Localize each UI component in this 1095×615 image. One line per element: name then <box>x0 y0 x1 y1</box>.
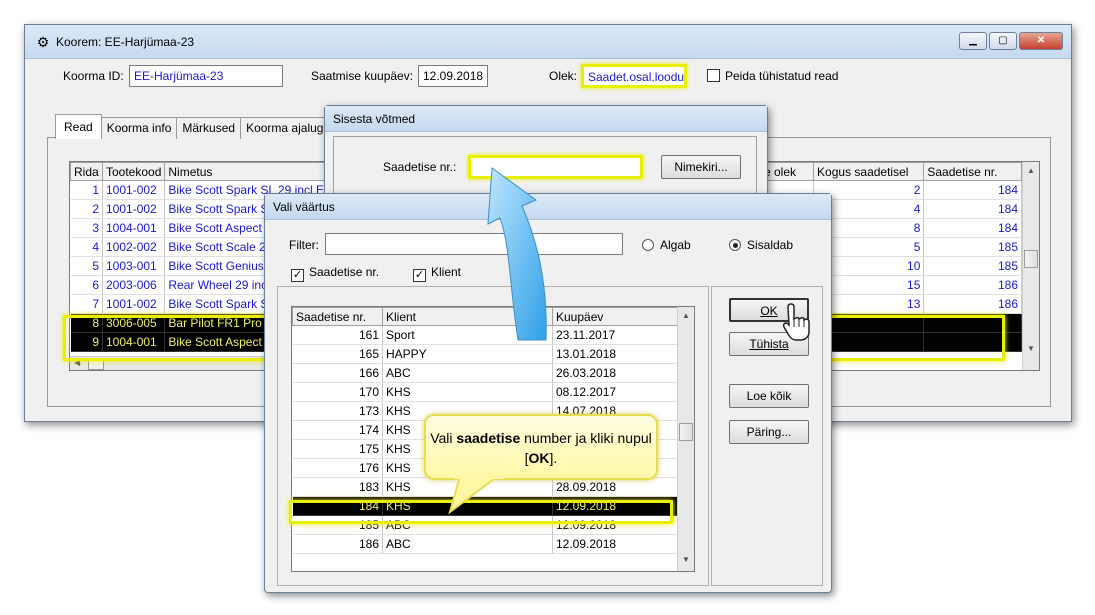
loe-koik-button[interactable]: Loe kõik <box>729 384 809 408</box>
main-title: Koorem: EE-Harjümaa-23 <box>56 34 195 49</box>
koorma-id-label: Koorma ID: <box>63 69 124 83</box>
instruction-callout: Vali saadetise number ja kliki nupul [OK… <box>424 414 658 480</box>
scroll-down-arrow-icon[interactable]: ▼ <box>1023 344 1039 353</box>
algab-label: Algab <box>660 238 691 252</box>
col-rida[interactable]: Rida <box>70 162 103 181</box>
col-olek[interactable]: e olek <box>760 162 815 181</box>
col-saadetise-nr[interactable]: Saadetise nr. <box>923 162 1022 181</box>
tab-koorma-info[interactable]: Koorma info <box>100 117 178 139</box>
curved-arrow-icon <box>487 167 547 341</box>
nimekiri-button[interactable]: Nimekiri... <box>661 155 741 179</box>
peida-checkbox[interactable] <box>707 69 720 82</box>
koorma-id-field[interactable]: EE-Harjümaa-23 <box>129 65 283 87</box>
list-item[interactable]: 170 KHS 08.12.2017 <box>292 382 678 402</box>
col-nimetus[interactable]: Nimetus <box>164 162 337 181</box>
saadetis-checkbox-row[interactable]: ✓ Saadetise nr. <box>291 265 379 282</box>
col-kogus-saadetisel[interactable]: Kogus saadetisel <box>813 162 925 181</box>
minimize-button[interactable]: ▁ <box>959 32 987 50</box>
list-item[interactable]: 186 ABC 12.09.2018 <box>292 534 678 554</box>
close-button[interactable]: ✕ <box>1019 32 1063 50</box>
col-tootekood[interactable]: Tootekood <box>101 162 166 181</box>
list-scroll-down-icon[interactable]: ▼ <box>678 555 694 564</box>
list-item[interactable]: 166 ABC 26.03.2018 <box>292 363 678 383</box>
tab-markused[interactable]: Märkused <box>176 117 242 139</box>
window-controls: ▁ ▢ ✕ <box>959 32 1063 50</box>
filter-label: Filter: <box>289 238 319 252</box>
col-saadetise-nr[interactable]: Saadetise nr. <box>292 307 383 326</box>
saadetis-check-label: Saadetise nr. <box>309 265 380 279</box>
sisaldab-radio[interactable] <box>729 239 741 251</box>
main-titlebar: ⚙ Koorem: EE-Harjümaa-23 ▁ ▢ ✕ <box>25 25 1071 59</box>
callout-pointer-icon <box>448 476 504 515</box>
scroll-up-arrow-icon[interactable]: ▲ <box>1023 166 1039 175</box>
callout-text-3: ]. <box>549 450 558 466</box>
maximize-button[interactable]: ▢ <box>989 32 1017 50</box>
olek-label: Olek: <box>549 69 578 83</box>
callout-text-1: Vali <box>430 430 457 446</box>
list-vscrollbar[interactable]: ▲ ▼ <box>677 307 694 571</box>
saatmise-date-field[interactable]: 12.09.2018 <box>418 65 488 87</box>
value-dialog-title: Vali väärtus <box>273 199 335 214</box>
list-vscroll-thumb[interactable] <box>679 423 693 441</box>
app-gear-icon: ⚙ <box>36 33 50 50</box>
callout-bold-2: OK <box>528 450 550 466</box>
callout-bold-1: saadetise <box>456 430 521 446</box>
algab-radio-row[interactable]: Algab <box>642 238 691 252</box>
sisaldab-label: Sisaldab <box>747 238 794 252</box>
klient-check-label: Klient <box>431 265 462 279</box>
saadetis-checkbox[interactable]: ✓ <box>291 269 304 282</box>
hand-cursor-icon <box>782 303 810 341</box>
tab-read[interactable]: Read <box>55 114 102 139</box>
olek-field[interactable]: Saadet.osal.loodu <box>581 64 687 88</box>
klient-checkbox[interactable]: ✓ <box>413 269 426 282</box>
list-scroll-up-icon[interactable]: ▲ <box>678 311 694 320</box>
paring-button[interactable]: Päring... <box>729 420 809 444</box>
keys-dialog-title: Sisesta võtmed <box>333 111 416 126</box>
saadetis-nr-label: Saadetise nr.: <box>383 160 457 174</box>
grid-vscrollbar[interactable]: ▲ ▼ <box>1022 162 1039 370</box>
tab-koorma-ajalugu[interactable]: Koorma ajalugu <box>240 117 337 139</box>
vscroll-thumb[interactable] <box>1024 250 1038 268</box>
saatmise-label: Saatmise kuupäev: <box>311 69 414 83</box>
klient-checkbox-row[interactable]: ✓ Klient <box>413 265 461 282</box>
algab-radio[interactable] <box>642 239 654 251</box>
peida-checkbox-row[interactable]: Peida tühistatud read <box>707 69 838 83</box>
peida-label: Peida tühistatud read <box>725 69 839 83</box>
tab-strip: Read Koorma info Märkused Koorma ajalugu <box>55 114 337 139</box>
sisaldab-radio-row[interactable]: Sisaldab <box>729 238 793 252</box>
keys-dialog-titlebar: Sisesta võtmed <box>325 106 767 132</box>
